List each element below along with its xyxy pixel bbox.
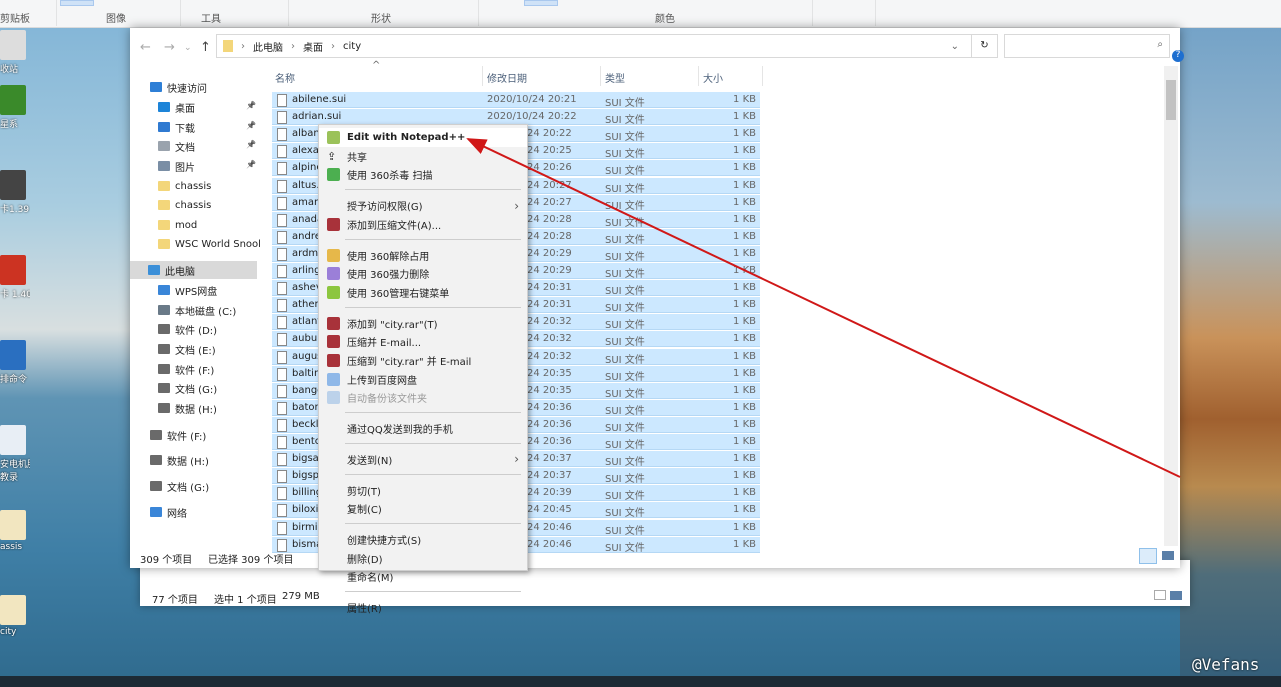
- taskbar: [0, 676, 1281, 687]
- red-arrow-line: [466, 138, 1181, 478]
- annotation-arrow: [466, 138, 1181, 478]
- watermark: @Vefans: [1192, 655, 1260, 674]
